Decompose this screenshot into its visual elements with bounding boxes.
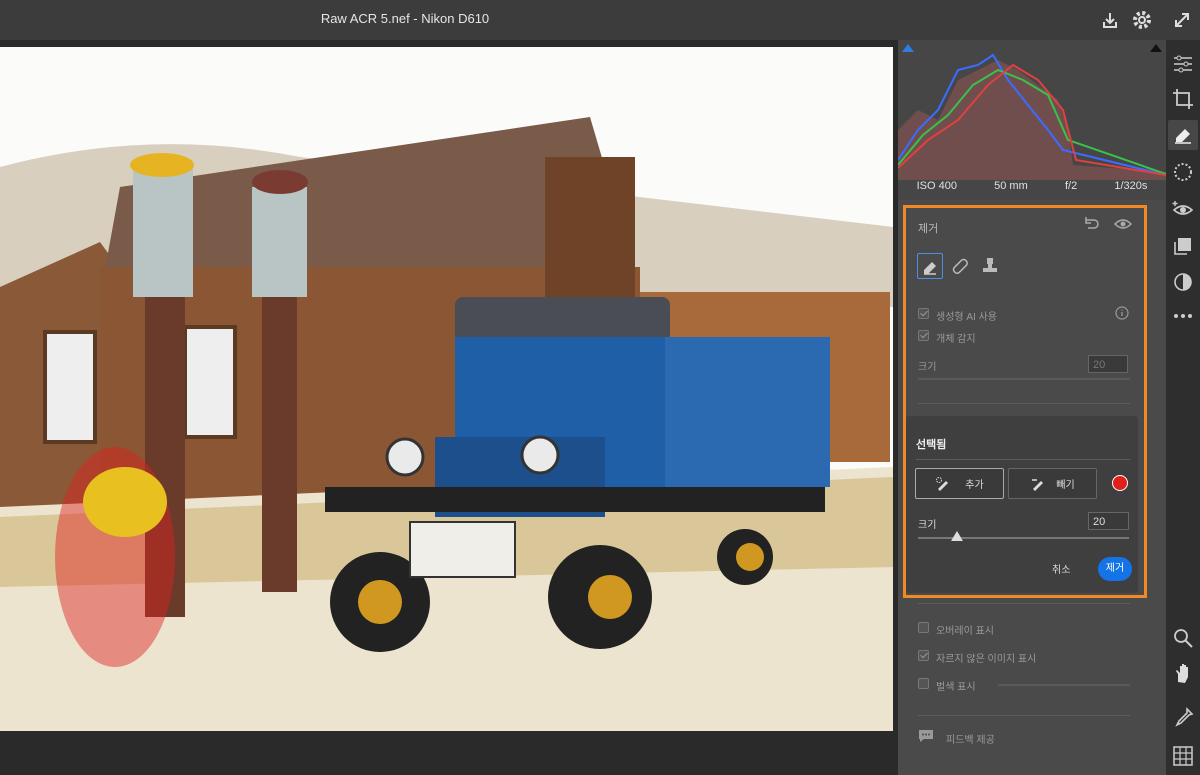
grid-icon[interactable]	[1171, 744, 1195, 768]
remove-button[interactable]: 제거	[1098, 557, 1132, 581]
eyedropper-icon[interactable]	[1171, 706, 1195, 730]
size-label: 크기	[918, 362, 937, 373]
zoom-icon[interactable]	[1171, 626, 1195, 650]
red-eye-icon[interactable]	[1171, 198, 1195, 222]
stamp-icon[interactable]	[979, 255, 1001, 277]
add-label: 추가	[965, 480, 984, 491]
gen-ai-label: 생성형 AI 사용	[936, 312, 998, 323]
add-mode-button[interactable]: 추가	[915, 468, 1004, 499]
brush-size-value[interactable]: 20	[1088, 512, 1129, 530]
snapshots-icon[interactable]	[1171, 270, 1195, 294]
size-value-disabled[interactable]: 20	[1088, 355, 1128, 373]
uncropped-label: 자르지 않은 이미지 표시	[936, 654, 1037, 665]
reset-icon[interactable]	[1082, 216, 1100, 232]
uncropped-checkbox[interactable]	[918, 650, 929, 661]
histogram: ISO 400 50 mm f/2 1/320s	[897, 40, 1167, 200]
eraser-icon	[924, 262, 936, 275]
overlay-color-swatch[interactable]	[1112, 475, 1128, 491]
divider	[918, 715, 1130, 716]
crop-icon[interactable]	[1171, 87, 1195, 111]
eye-icon[interactable]	[1114, 216, 1132, 232]
fullscreen-icon[interactable]	[1168, 6, 1196, 34]
eraser-icon	[1175, 129, 1191, 144]
more-icon[interactable]	[1171, 304, 1195, 328]
slider-handle[interactable]	[951, 531, 963, 541]
mask-checkbox[interactable]	[918, 678, 929, 689]
overlay-label: 오버레이 표시	[936, 626, 994, 637]
mask-opacity-slider[interactable]	[998, 684, 1130, 686]
histogram-graph	[897, 44, 1167, 180]
brush-size-label: 크기	[918, 520, 937, 531]
divider	[918, 603, 1130, 604]
brush-subtract-icon	[1032, 478, 1044, 491]
size-slider-disabled[interactable]	[918, 378, 1130, 380]
shadow-clip-icon[interactable]	[902, 44, 914, 52]
gen-ai-checkbox[interactable]	[918, 308, 929, 319]
feedback-link[interactable]: 피드백 제공	[946, 731, 995, 746]
right-toolbar	[1166, 40, 1200, 775]
remove-tool-active[interactable]	[1168, 120, 1198, 150]
subtract-mode-button[interactable]: 빼기	[1008, 468, 1097, 499]
aperture-value: f/2	[1064, 180, 1078, 192]
selection-header: 선택됨	[916, 439, 947, 451]
photo-preview[interactable]	[0, 47, 893, 731]
info-icon[interactable]	[1115, 306, 1129, 320]
object-detect-label: 개체 감지	[936, 334, 976, 345]
presets-icon[interactable]	[1171, 234, 1195, 258]
divider	[916, 459, 1130, 460]
window-title: Raw ACR 5.nef - Nikon D610	[320, 11, 490, 26]
panel-header: 제거	[918, 223, 939, 235]
eraser-tool-button[interactable]	[917, 253, 943, 279]
highlight-clip-icon[interactable]	[1150, 44, 1162, 52]
overlay-checkbox[interactable]	[918, 622, 929, 633]
brush-size-slider[interactable]	[918, 537, 1129, 539]
cancel-button[interactable]: 취소	[1052, 561, 1070, 576]
mask-label: 벌색 표시	[936, 682, 976, 693]
object-detect-checkbox[interactable]	[918, 330, 929, 341]
feedback-icon[interactable]	[917, 727, 935, 745]
camera-info: ISO 400 50 mm f/2 1/320s	[898, 180, 1166, 200]
hand-icon[interactable]	[1171, 662, 1195, 686]
masking-icon[interactable]	[1171, 160, 1195, 184]
brush-add-icon	[936, 476, 949, 491]
edit-sliders-icon[interactable]	[1171, 52, 1195, 76]
focal-length: 50 mm	[994, 180, 1028, 192]
title-bar: Raw ACR 5.nef - Nikon D610	[0, 0, 1200, 40]
bandage-icon[interactable]	[949, 255, 971, 277]
download-icon[interactable]	[1096, 6, 1124, 34]
iso-value: ISO 400	[916, 180, 957, 192]
gear-icon[interactable]	[1128, 6, 1156, 34]
divider	[918, 403, 1130, 404]
shutter-speed: 1/320s	[1114, 180, 1148, 192]
subtract-label: 빼기	[1056, 480, 1075, 491]
